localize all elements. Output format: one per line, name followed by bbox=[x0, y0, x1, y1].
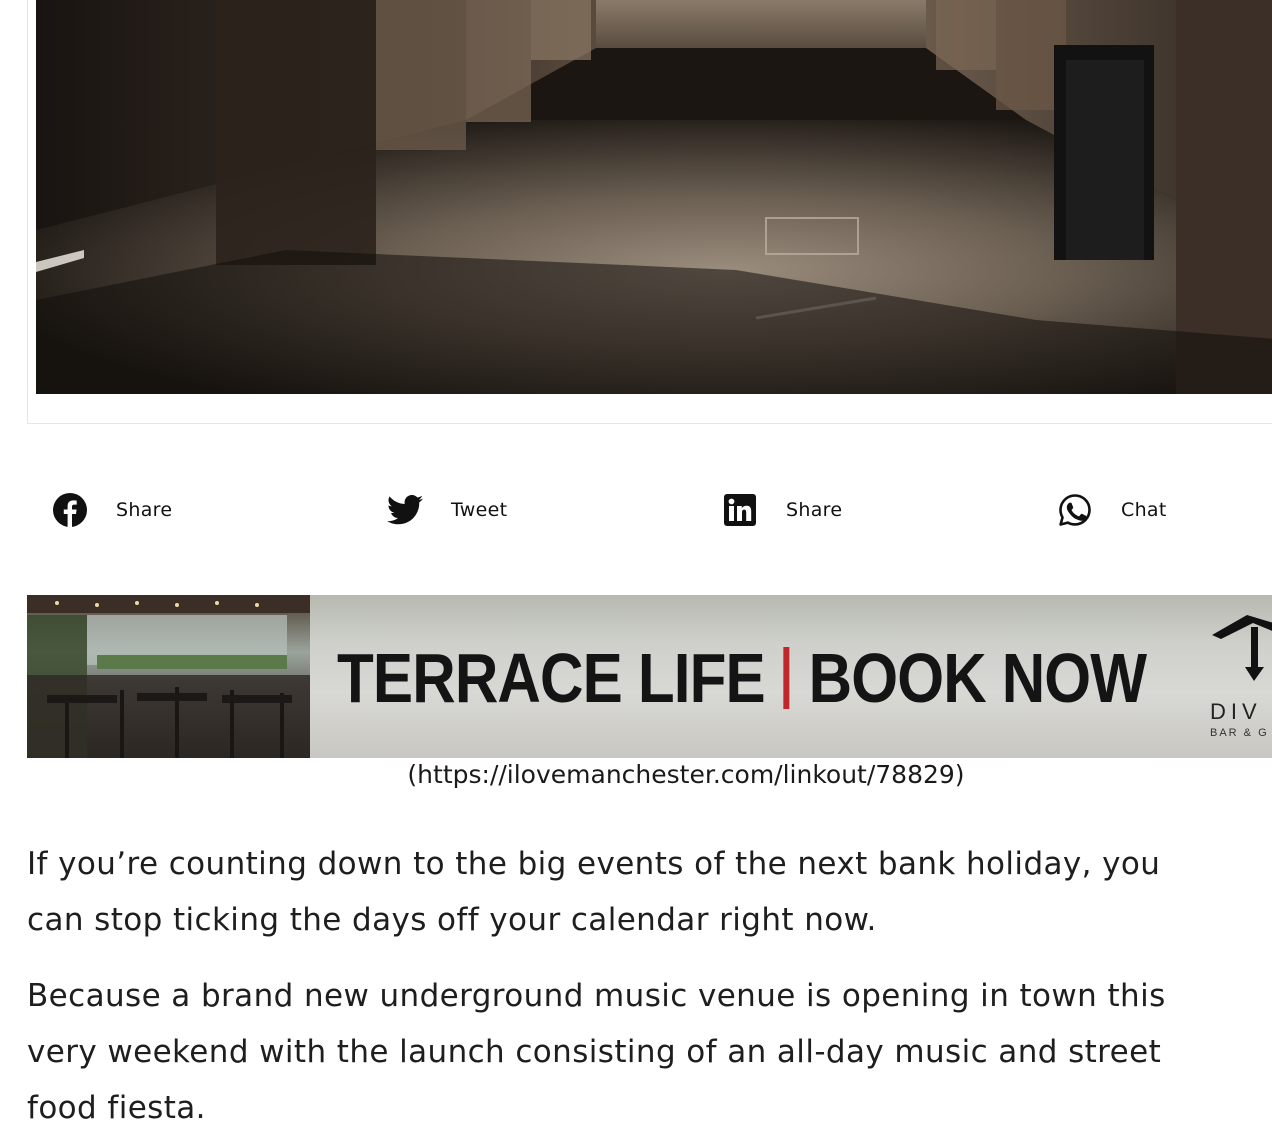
ad-link-url[interactable]: (https://ilovemanchester.com/linkout/788… bbox=[0, 760, 1272, 789]
ad-headline-separator bbox=[783, 647, 790, 709]
paragraph-line: If you’re counting down to the big event… bbox=[27, 846, 1161, 882]
ad-banner[interactable]: TERRACE LIFE BOOK NOW DIV BAR & G bbox=[27, 595, 1272, 758]
ad-headline: TERRACE LIFE BOOK NOW bbox=[337, 633, 1147, 723]
ad-logo-mark bbox=[1212, 615, 1272, 681]
ad-headline-right: BOOK NOW bbox=[808, 639, 1147, 717]
linkedin-icon bbox=[722, 492, 758, 528]
paragraph-line: can stop ticking the days off your calen… bbox=[27, 902, 877, 938]
twitter-share-label: Tweet bbox=[451, 499, 508, 521]
article-paragraph-1: If you’re counting down to the big event… bbox=[27, 836, 1272, 948]
whatsapp-chat-label: Chat bbox=[1121, 499, 1167, 521]
page: Share Tweet Share Chat TERRACE LIFE BOOK… bbox=[0, 0, 1272, 1135]
whatsapp-icon bbox=[1057, 492, 1093, 528]
facebook-share-label: Share bbox=[116, 499, 173, 521]
paragraph-line: food fiesta. bbox=[27, 1090, 206, 1126]
ad-brand-logo: DIV BAR & G bbox=[1207, 613, 1272, 753]
ad-logo-subtext: BAR & G bbox=[1210, 727, 1269, 739]
facebook-icon bbox=[52, 492, 88, 528]
article-paragraph-2: Because a brand new underground music ve… bbox=[27, 968, 1272, 1135]
ad-headline-left: TERRACE LIFE bbox=[337, 639, 766, 717]
ad-logo-text: DIV bbox=[1210, 699, 1262, 724]
article-body: If you’re counting down to the big event… bbox=[27, 836, 1272, 1135]
linkedin-share-label: Share bbox=[786, 499, 843, 521]
paragraph-line: Because a brand new underground music ve… bbox=[27, 978, 1166, 1014]
social-share-bar: Share Tweet Share Chat bbox=[27, 480, 1272, 540]
twitter-share-button[interactable]: Tweet bbox=[362, 480, 697, 540]
facebook-share-button[interactable]: Share bbox=[27, 480, 362, 540]
article-hero-image bbox=[36, 0, 1272, 394]
paragraph-line: very weekend with the launch consisting … bbox=[27, 1034, 1162, 1070]
ad-terrace-photo bbox=[27, 595, 310, 758]
linkedin-share-button[interactable]: Share bbox=[697, 480, 1032, 540]
twitter-icon bbox=[387, 492, 423, 528]
article-image-frame bbox=[27, 0, 1272, 424]
whatsapp-chat-button[interactable]: Chat bbox=[1032, 480, 1272, 540]
